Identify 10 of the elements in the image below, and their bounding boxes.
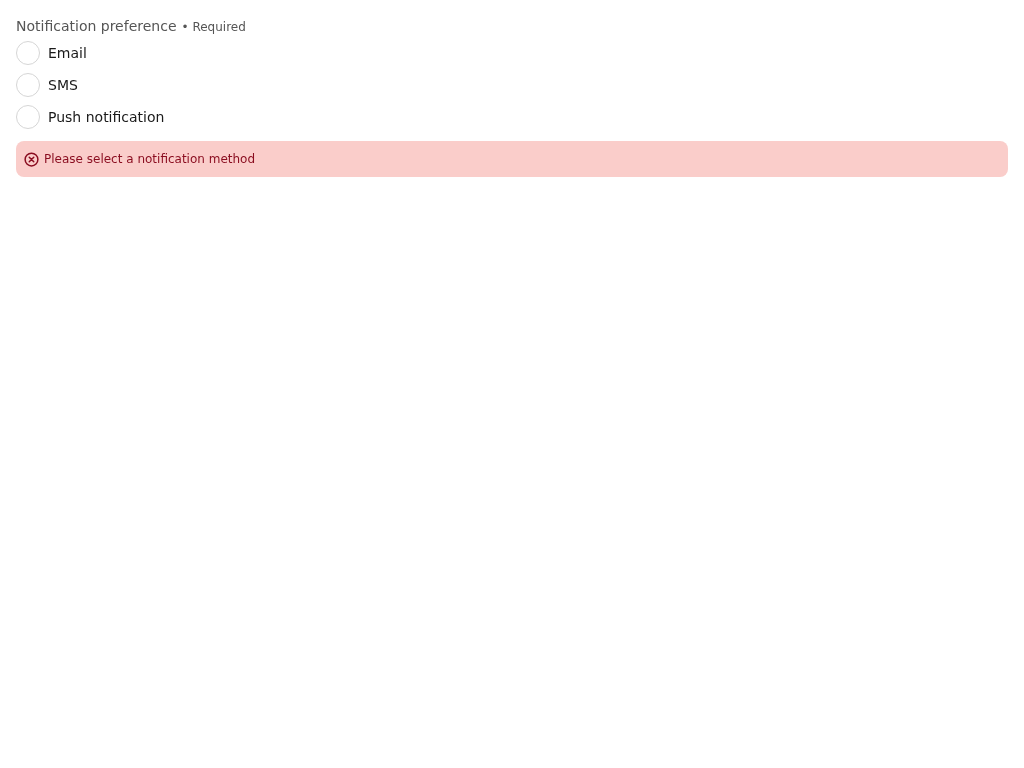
radio-button[interactable]	[16, 73, 40, 97]
required-marker: • Required	[181, 19, 246, 36]
radio-label[interactable]: SMS	[48, 75, 78, 95]
x-circle-icon	[24, 151, 39, 167]
error-message: Please select a notification method	[44, 151, 256, 167]
radio-button[interactable]	[16, 41, 40, 65]
field-label: Notification preference	[16, 17, 177, 36]
radio-button[interactable]	[16, 105, 40, 129]
radio-label[interactable]: Push notification	[48, 107, 165, 127]
radio-label[interactable]: Email	[48, 43, 87, 63]
